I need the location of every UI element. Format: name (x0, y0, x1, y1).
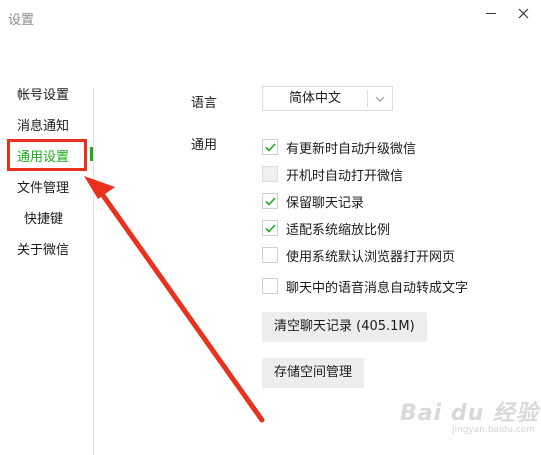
annotation-arrow (84, 176, 265, 423)
watermark-url: jingyan.baidu.com (452, 425, 536, 435)
watermark-logo: Bai du 经验 (400, 401, 539, 426)
